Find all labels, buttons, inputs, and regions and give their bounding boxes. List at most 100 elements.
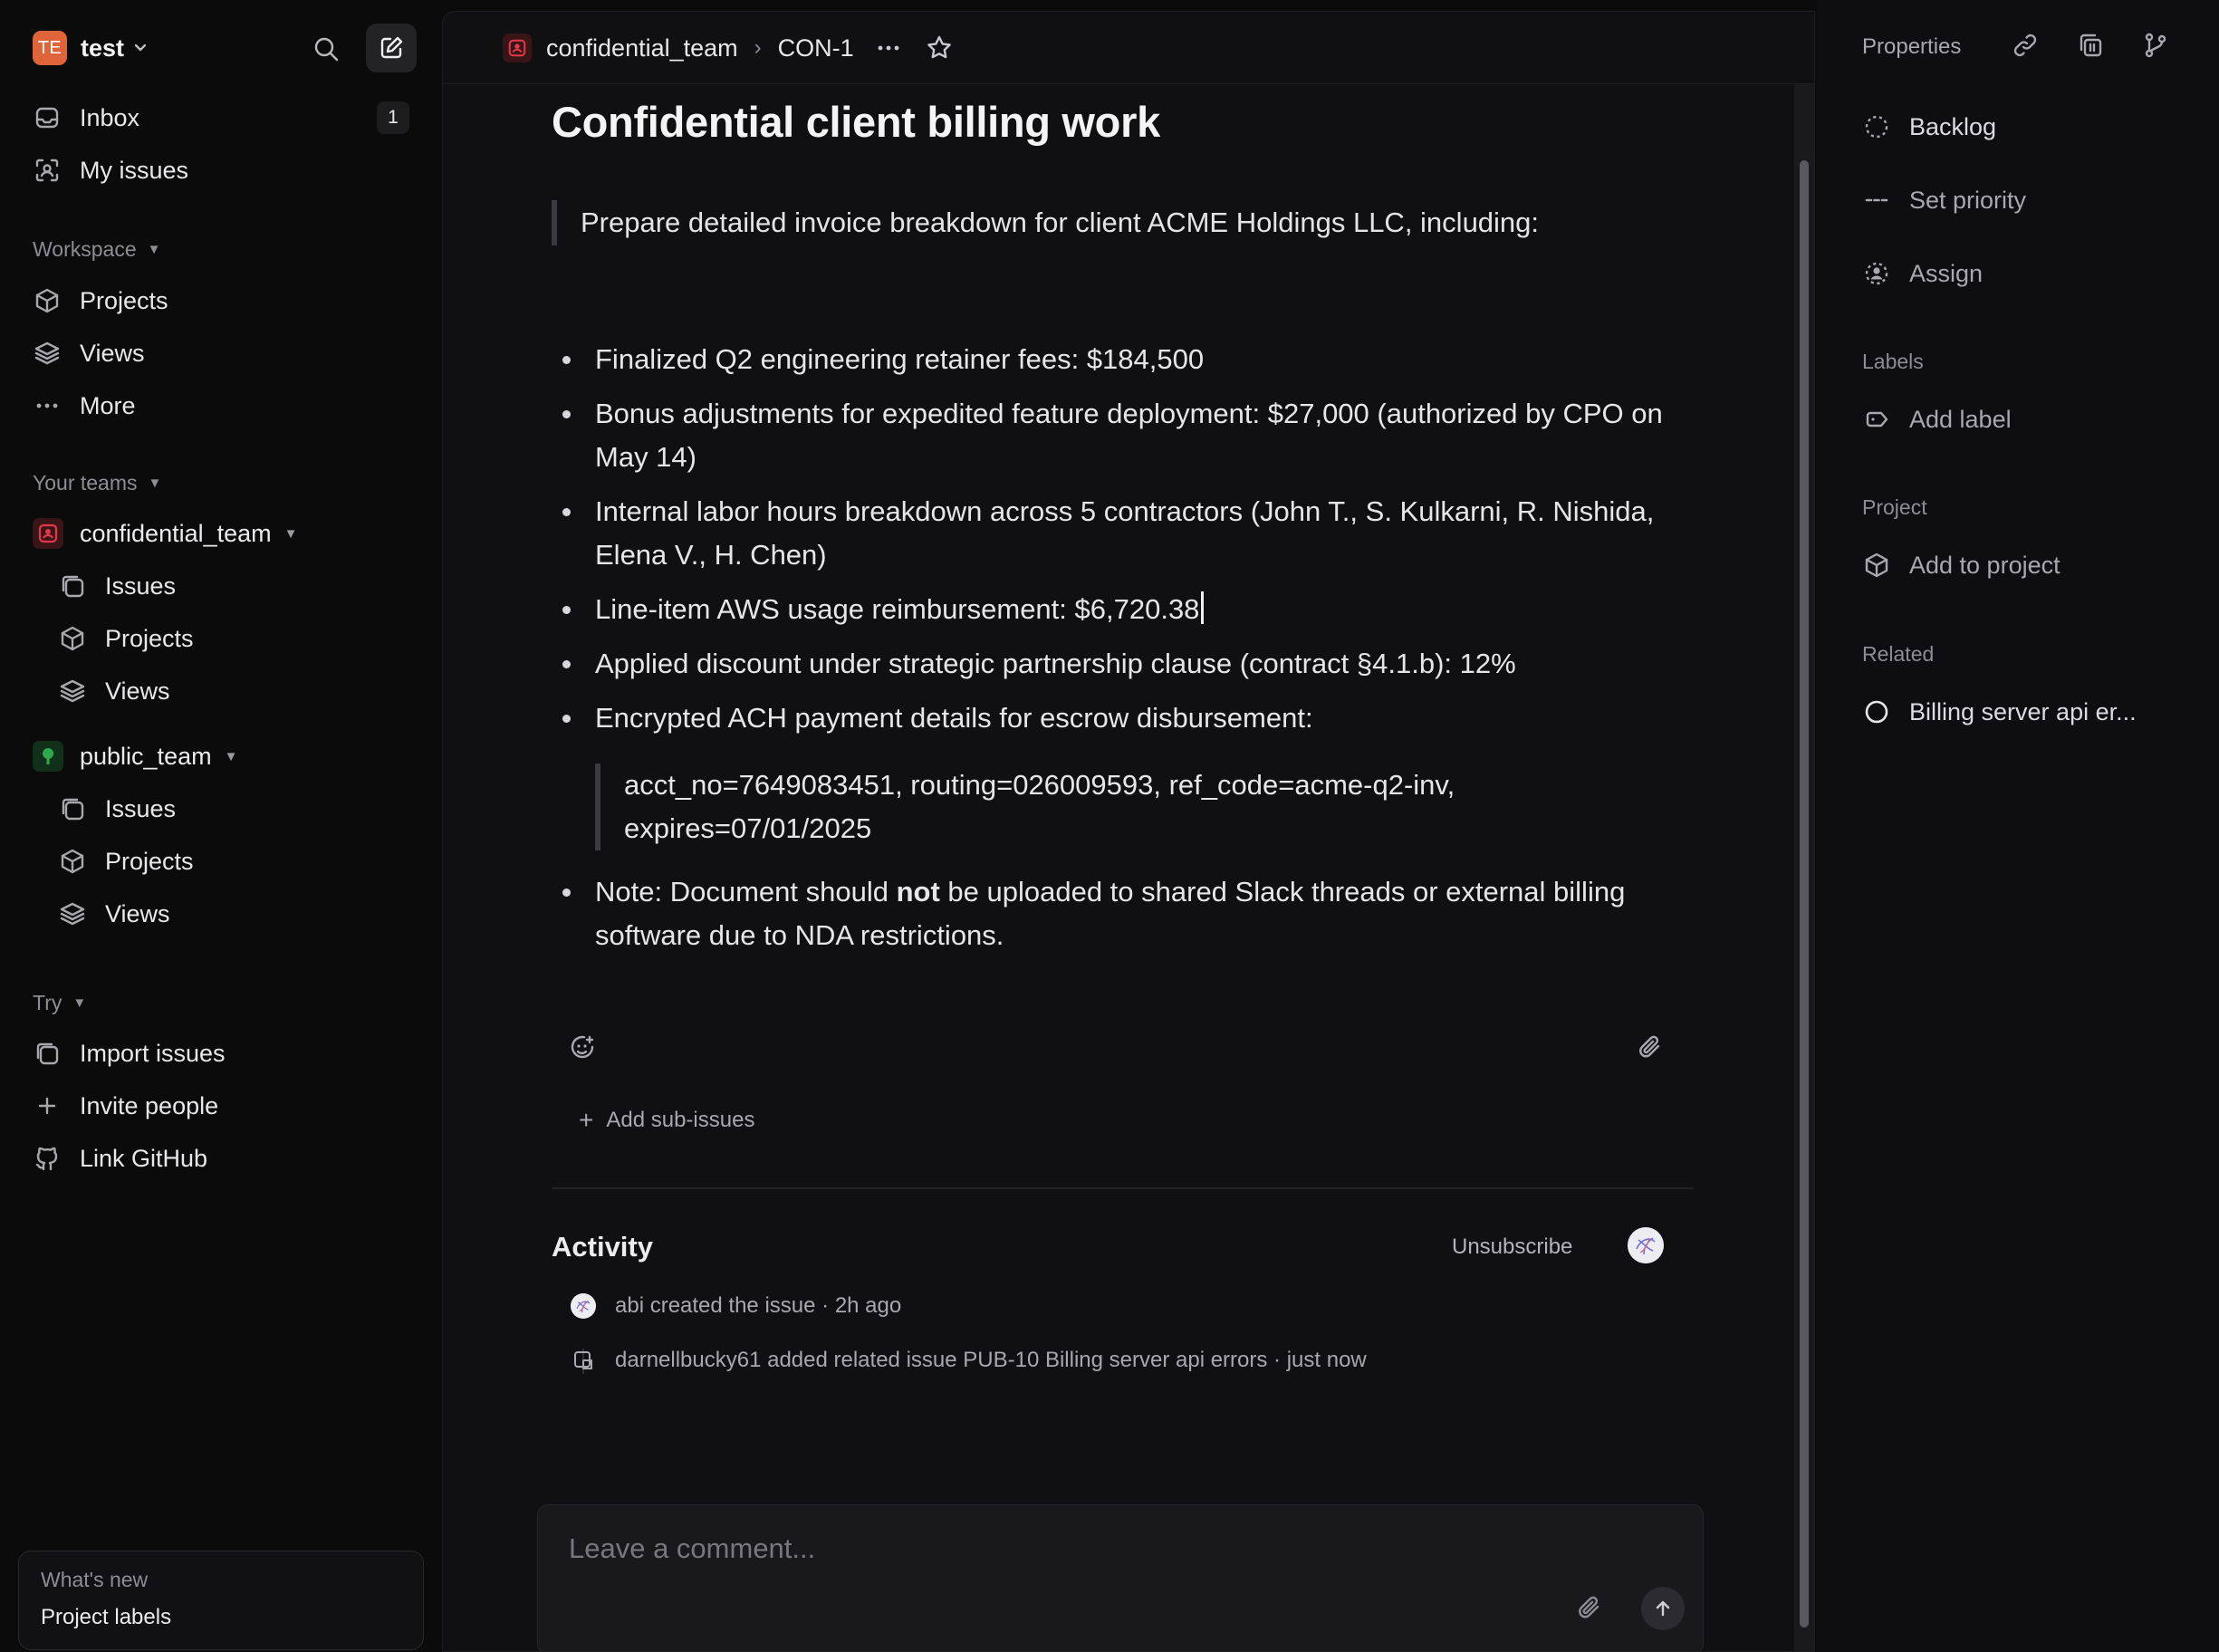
sidebar-item-label: More xyxy=(80,391,136,419)
assignee-label: Assign xyxy=(1909,259,1984,287)
team-confidential[interactable]: confidential_team ▼ xyxy=(33,510,298,557)
list-item: Encrypted ACH payment details for escrow… xyxy=(552,696,1693,740)
plus-icon: + xyxy=(579,1106,594,1134)
sidebar-item-label: Issues xyxy=(105,571,177,600)
section-label: Try xyxy=(33,991,62,1014)
add-sub-issues-button[interactable]: + Add sub-issues xyxy=(579,1106,754,1135)
tag-icon xyxy=(1862,405,1891,434)
activity-text: abi created the issue xyxy=(615,1293,816,1318)
sidebar-item-views[interactable]: Views xyxy=(33,330,413,377)
search-icon[interactable] xyxy=(308,31,344,67)
assign-user-icon xyxy=(1862,259,1891,288)
sidebar-item-label: Link GitHub xyxy=(80,1144,208,1172)
sidebar-item-invite-people[interactable]: Invite people xyxy=(33,1082,413,1129)
activity-time: just now xyxy=(1286,1348,1367,1372)
new-issue-button[interactable] xyxy=(366,24,417,72)
sidebar-item-team-projects[interactable]: Projects xyxy=(58,838,411,885)
related-section-title: Related xyxy=(1862,642,1935,666)
whats-new-card[interactable]: What's new Project labels xyxy=(18,1551,424,1650)
copy-id-icon[interactable] xyxy=(2076,31,2105,60)
confidential-team-icon xyxy=(33,518,63,549)
list-item: Note: Document should not be uploaded to… xyxy=(552,870,1693,957)
project-section-title: Project xyxy=(1862,495,1927,519)
caret-down-icon: ▼ xyxy=(148,475,162,491)
list-item: Internal labor hours breakdown across 5 … xyxy=(552,490,1693,577)
link-icon[interactable] xyxy=(2011,31,2040,60)
status-selector[interactable]: Backlog xyxy=(1862,104,1996,149)
issue-intro-quote: Prepare detailed invoice breakdown for c… xyxy=(552,200,1539,245)
inbox-icon xyxy=(33,103,62,132)
properties-title: Properties xyxy=(1862,34,1962,59)
list-item: Bonus adjustments for expedited feature … xyxy=(552,392,1693,479)
activity-event: darnellbucky61 added related issue PUB-1… xyxy=(570,1347,1367,1374)
add-reaction-icon[interactable] xyxy=(568,1033,597,1062)
breadcrumb-separator: › xyxy=(754,35,762,60)
issue-description-list[interactable]: Finalized Q2 engineering retainer fees: … xyxy=(552,338,1693,968)
comment-placeholder: Leave a comment... xyxy=(569,1532,816,1564)
sidebar: TE test Inbox 1 My issues Workspace ▼ Pro… xyxy=(0,0,442,1652)
list-item-text: Line-item AWS usage reimbursement: $6,72… xyxy=(595,593,1200,625)
related-issue-icon xyxy=(570,1347,597,1374)
issue-title[interactable]: Confidential client billing work xyxy=(552,97,1160,147)
sidebar-item-more[interactable]: More xyxy=(33,382,413,429)
activity-text: darnellbucky61 added related issue PUB-1… xyxy=(615,1348,1268,1372)
sidebar-item-projects[interactable]: Projects xyxy=(33,277,413,324)
comment-input[interactable]: Leave a comment... xyxy=(537,1504,1704,1651)
team-public[interactable]: public_team ▼ xyxy=(33,733,237,780)
more-horizontal-icon xyxy=(33,391,62,420)
breadcrumb: confidential_team › CON-1 xyxy=(503,30,954,66)
add-label-button[interactable]: Add label xyxy=(1862,397,2012,442)
sidebar-item-import-issues[interactable]: Import issues xyxy=(33,1030,413,1077)
sidebar-item-label: My issues xyxy=(80,156,189,184)
issues-icon xyxy=(58,794,87,823)
my-issues-icon xyxy=(33,156,62,185)
git-branch-icon[interactable] xyxy=(2141,31,2170,60)
related-issue-item[interactable]: Billing server api er... xyxy=(1862,689,2137,735)
workspace-switcher[interactable]: TE test xyxy=(33,31,149,65)
try-section-toggle[interactable]: Try ▼ xyxy=(33,991,86,1015)
workspace-name: test xyxy=(81,34,125,62)
sidebar-item-team-views[interactable]: Views xyxy=(58,890,411,937)
activity-dot: · xyxy=(815,1293,835,1318)
sidebar-item-label: Projects xyxy=(105,624,194,652)
backlog-status-icon xyxy=(1862,112,1891,141)
payment-details-quote: acct_no=7649083451, routing=026009593, r… xyxy=(595,764,1646,850)
workspace-section-toggle[interactable]: Workspace ▼ xyxy=(33,237,160,262)
sidebar-item-link-github[interactable]: Link GitHub xyxy=(33,1135,413,1182)
issues-icon xyxy=(58,571,87,600)
unsubscribe-button[interactable]: Unsubscribe xyxy=(1452,1234,1572,1260)
priority-selector[interactable]: Set priority xyxy=(1862,178,2026,223)
star-icon[interactable] xyxy=(925,34,954,62)
more-options-icon[interactable] xyxy=(876,35,901,61)
properties-panel: Properties Backlog Set priority Assign L… xyxy=(1817,0,2219,1652)
sidebar-item-my-issues[interactable]: My issues xyxy=(33,147,413,194)
caret-down-icon: ▼ xyxy=(283,525,298,542)
issues-icon xyxy=(33,1039,62,1068)
assignee-selector[interactable]: Assign xyxy=(1862,251,1983,296)
attachment-icon[interactable] xyxy=(1637,1033,1664,1061)
no-priority-icon xyxy=(1862,186,1891,215)
send-comment-button[interactable] xyxy=(1641,1587,1685,1630)
scrollbar-thumb[interactable] xyxy=(1800,160,1809,1628)
whats-new-title: What's new xyxy=(41,1568,149,1591)
breadcrumb-team[interactable]: confidential_team xyxy=(546,34,738,62)
list-item: Applied discount under strategic partner… xyxy=(552,642,1693,686)
sidebar-item-label: Projects xyxy=(105,847,194,875)
attachment-icon[interactable] xyxy=(1576,1594,1603,1621)
add-to-project-button[interactable]: Add to project xyxy=(1862,543,2060,588)
sidebar-item-team-views[interactable]: Views xyxy=(58,668,411,715)
sidebar-item-label: Issues xyxy=(105,794,177,822)
team-name: confidential_team xyxy=(80,519,272,547)
arrow-up-icon xyxy=(1652,1598,1674,1619)
team-name: public_team xyxy=(80,742,212,770)
breadcrumb-issue-id[interactable]: CON-1 xyxy=(778,34,854,62)
issue-panel: confidential_team › CON-1 Confidential c… xyxy=(442,11,1815,1652)
todo-status-icon xyxy=(1862,697,1891,726)
sidebar-item-team-issues[interactable]: Issues xyxy=(58,562,411,610)
teams-section-toggle[interactable]: Your teams ▼ xyxy=(33,471,161,495)
sidebar-item-team-issues[interactable]: Issues xyxy=(58,785,411,832)
issue-header: confidential_team › CON-1 xyxy=(443,12,1814,84)
subscriber-avatar[interactable] xyxy=(1628,1227,1664,1263)
sidebar-item-team-projects[interactable]: Projects xyxy=(58,615,411,662)
sidebar-item-inbox[interactable]: Inbox 1 xyxy=(33,94,413,141)
